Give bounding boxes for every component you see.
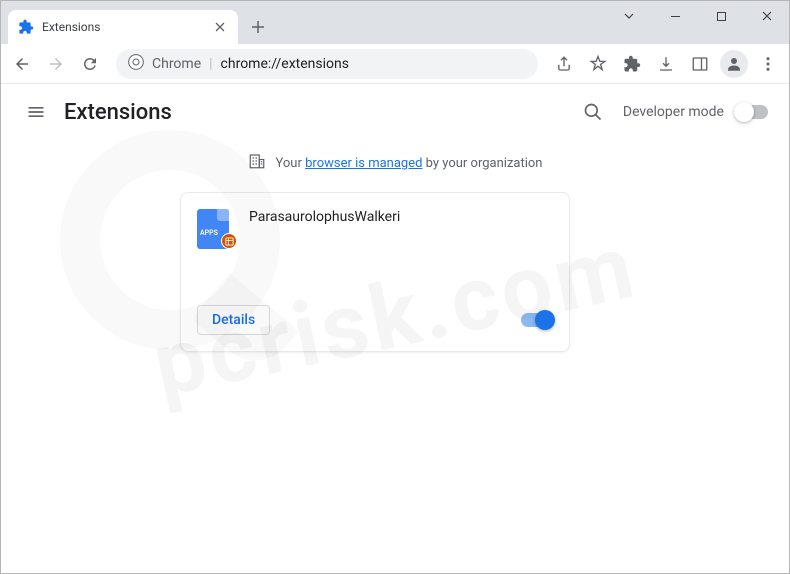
managed-notice: Your browser is managed by your organiza… bbox=[180, 140, 610, 192]
notice-prefix: Your bbox=[276, 156, 306, 171]
share-icon[interactable] bbox=[550, 50, 578, 78]
extension-app-icon: APPS bbox=[197, 209, 233, 245]
menu-icon[interactable] bbox=[754, 50, 782, 78]
content-area: Your browser is managed by your organiza… bbox=[0, 140, 790, 352]
tab-title: Extensions bbox=[42, 20, 204, 34]
address-scheme: Chrome bbox=[152, 56, 201, 72]
extensions-icon[interactable] bbox=[618, 50, 646, 78]
developer-mode-toggle[interactable] bbox=[736, 105, 768, 119]
minimize-button[interactable] bbox=[652, 0, 698, 32]
address-bar[interactable]: Chrome | chrome://extensions bbox=[116, 49, 538, 79]
apps-icon-text: APPS bbox=[200, 229, 218, 237]
maximize-button[interactable] bbox=[698, 0, 744, 32]
window-controls bbox=[606, 0, 790, 32]
browser-tab[interactable]: Extensions bbox=[8, 10, 238, 44]
sidepanel-icon[interactable] bbox=[686, 50, 714, 78]
titlebar: Extensions bbox=[0, 0, 790, 44]
extension-icon bbox=[18, 19, 34, 35]
tab-close-button[interactable] bbox=[212, 19, 228, 35]
page-header: Extensions Developer mode bbox=[0, 84, 790, 140]
forward-button[interactable] bbox=[42, 50, 70, 78]
building-icon bbox=[248, 152, 266, 174]
address-url: chrome://extensions bbox=[221, 56, 526, 72]
developer-mode-label: Developer mode bbox=[623, 104, 724, 120]
dropdown-icon[interactable] bbox=[606, 0, 652, 32]
search-button[interactable] bbox=[575, 94, 611, 130]
new-tab-button[interactable] bbox=[244, 13, 272, 41]
extension-enable-toggle[interactable] bbox=[521, 313, 553, 327]
toolbar: Chrome | chrome://extensions bbox=[0, 44, 790, 84]
notice-suffix: by your organization bbox=[422, 156, 542, 171]
hamburger-menu-button[interactable] bbox=[16, 92, 56, 132]
page-title: Extensions bbox=[64, 100, 172, 125]
reload-button[interactable] bbox=[76, 50, 104, 78]
details-button[interactable]: Details bbox=[197, 305, 270, 335]
managed-link[interactable]: browser is managed bbox=[305, 156, 422, 171]
chrome-logo-icon bbox=[128, 54, 144, 74]
extension-card: APPS ParasaurolophusWalkeri Details bbox=[180, 192, 570, 352]
apps-badge-icon bbox=[221, 233, 237, 249]
close-button[interactable] bbox=[744, 0, 790, 32]
address-divider: | bbox=[209, 56, 212, 72]
managed-notice-text: Your browser is managed by your organiza… bbox=[276, 156, 543, 171]
bookmark-icon[interactable] bbox=[584, 50, 612, 78]
profile-button[interactable] bbox=[720, 50, 748, 78]
extension-name: ParasaurolophusWalkeri bbox=[249, 209, 400, 305]
back-button[interactable] bbox=[8, 50, 36, 78]
download-icon[interactable] bbox=[652, 50, 680, 78]
